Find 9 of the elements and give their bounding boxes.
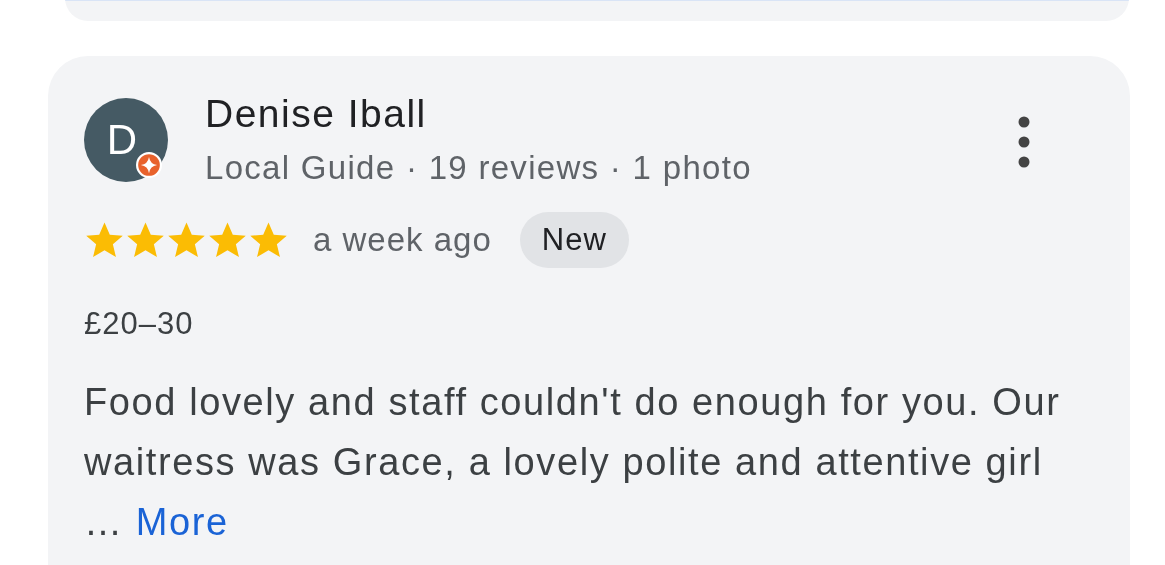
price-range: £20–30 xyxy=(84,306,195,342)
reviewer-name[interactable]: Denise Iball xyxy=(205,92,1018,136)
more-options-icon[interactable] xyxy=(1018,116,1030,168)
new-tag: New xyxy=(519,212,629,268)
avatar[interactable]: D xyxy=(84,98,168,182)
reviewer-meta: Local Guide · 19 reviews · 1 photo xyxy=(205,148,753,188)
more-link[interactable]: More xyxy=(135,501,229,543)
review-text: Food lovely and staff couldn't do enough for you. Our waitress was Grace, a lovely polite and attentive girl … More xyxy=(84,380,1062,545)
review-time: a week ago xyxy=(313,221,492,259)
